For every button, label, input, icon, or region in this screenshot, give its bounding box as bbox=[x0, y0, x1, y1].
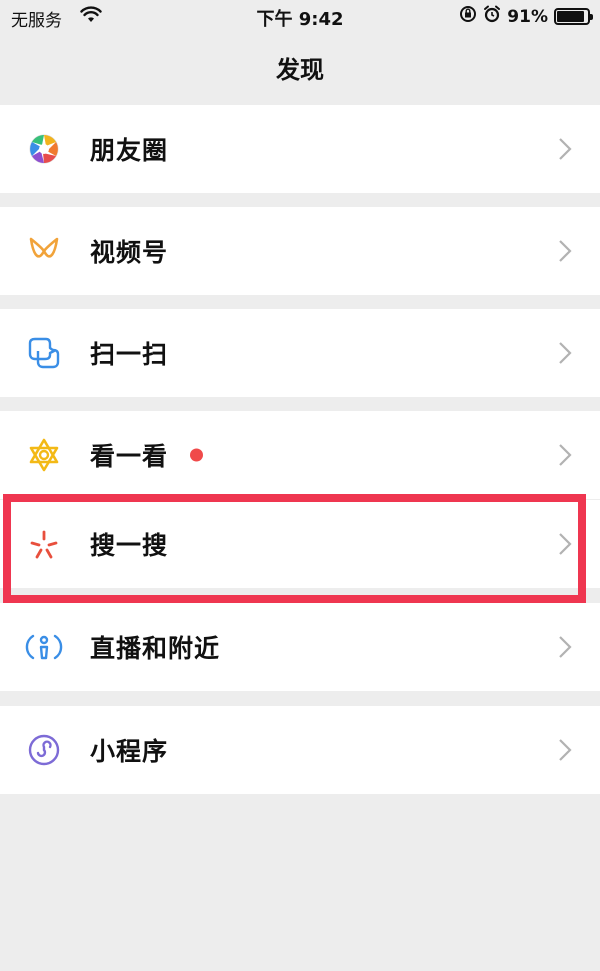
status-bar: 无服务 下午 9:42 91% bbox=[0, 0, 600, 34]
chevron-right-icon bbox=[558, 341, 572, 365]
menu-item-channels[interactable]: 视频号 bbox=[0, 207, 600, 295]
menu-item-search[interactable]: 搜一搜 bbox=[0, 500, 600, 588]
menu-item-label: 看一看 bbox=[90, 442, 169, 471]
alarm-icon bbox=[483, 5, 501, 28]
menu-item-scan[interactable]: 扫一扫 bbox=[0, 309, 600, 397]
chevron-right-icon bbox=[558, 137, 572, 161]
chevron-right-icon bbox=[558, 738, 572, 762]
live-nearby-icon bbox=[24, 627, 64, 667]
search-icon bbox=[24, 524, 64, 564]
chevron-right-icon bbox=[558, 635, 572, 659]
chevron-right-icon bbox=[558, 443, 572, 467]
orientation-lock-icon bbox=[459, 5, 477, 28]
battery-percent: 91% bbox=[507, 6, 548, 27]
page-title: 发现 bbox=[276, 56, 324, 84]
moments-icon bbox=[24, 129, 64, 169]
chevron-right-icon bbox=[558, 532, 572, 556]
status-right: 91% bbox=[459, 5, 593, 28]
notification-dot bbox=[190, 448, 203, 462]
channels-icon bbox=[24, 231, 64, 271]
menu-item-moments[interactable]: 朋友圈 bbox=[0, 105, 600, 193]
battery-fill bbox=[557, 11, 585, 22]
mini-programs-icon bbox=[24, 730, 64, 770]
menu-item-label: 朋友圈 bbox=[90, 136, 169, 165]
menu-item-label: 直播和附近 bbox=[90, 634, 221, 663]
chevron-right-icon bbox=[558, 239, 572, 263]
menu-item-live-nearby[interactable]: 直播和附近 bbox=[0, 603, 600, 691]
top-stories-icon bbox=[24, 435, 64, 475]
menu-item-top-stories[interactable]: 看一看 bbox=[0, 411, 600, 499]
menu-item-label: 扫一扫 bbox=[90, 340, 169, 369]
scan-icon bbox=[24, 333, 64, 373]
menu-item-label: 搜一搜 bbox=[90, 531, 169, 560]
menu-item-mini-programs[interactable]: 小程序 bbox=[0, 706, 600, 794]
menu-item-label: 小程序 bbox=[90, 737, 169, 766]
menu-item-label: 视频号 bbox=[90, 238, 169, 267]
battery-icon bbox=[554, 8, 593, 25]
